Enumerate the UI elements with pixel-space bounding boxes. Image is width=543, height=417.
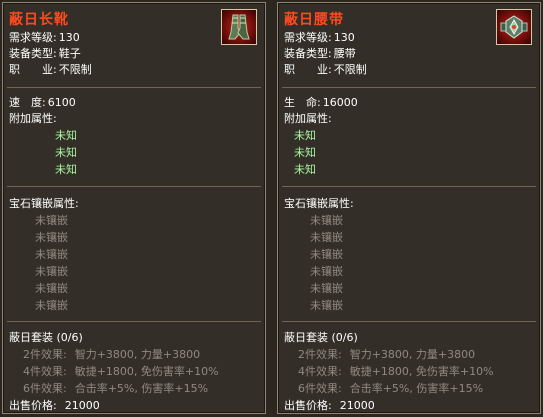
gem-slot: 未镶嵌 xyxy=(310,231,343,244)
item-name: 蔽日长靴 xyxy=(9,12,69,28)
belt-icon xyxy=(500,15,528,39)
gem-slot: 未镶嵌 xyxy=(310,265,343,278)
set-effect-6: 6件效果: 合击率+5%, 伤害率+15% xyxy=(298,382,484,395)
divider xyxy=(7,321,261,322)
item-tooltip-boots: 蔽日长靴 需求等级: 130 装备类型: 鞋子 职 业: 不限制 速 度: 6100 附… xyxy=(2,2,266,414)
req-level-row: 需求等级: 130 xyxy=(284,31,355,44)
gem-slot: 未镶嵌 xyxy=(35,214,68,227)
extra-attr-item: 未知 xyxy=(294,163,316,176)
gem-slot: 未镶嵌 xyxy=(310,299,343,312)
boots-icon xyxy=(228,14,250,40)
equip-type-row: 装备类型: 腰带 xyxy=(284,47,356,60)
divider xyxy=(282,87,536,88)
gem-slot: 未镶嵌 xyxy=(310,214,343,227)
set-label: 蔽日套装 (0/6) xyxy=(284,331,358,344)
divider xyxy=(282,186,536,187)
gem-slot: 未镶嵌 xyxy=(35,231,68,244)
extra-attr-item: 未知 xyxy=(55,146,77,159)
class-row: 职 业: 不限制 xyxy=(9,63,92,76)
item-name: 蔽日腰带 xyxy=(284,12,344,28)
hp-row: 生 命: 16000 xyxy=(284,96,358,109)
extra-attr-item: 未知 xyxy=(294,146,316,159)
extra-attr-item: 未知 xyxy=(294,129,316,142)
set-effect-4: 4件效果: 敏捷+1800, 免伤害率+10% xyxy=(23,365,219,378)
item-icon-frame xyxy=(496,9,532,45)
divider xyxy=(282,321,536,322)
gem-slot: 未镶嵌 xyxy=(35,265,68,278)
item-icon-frame xyxy=(221,9,257,45)
gem-slot: 未镶嵌 xyxy=(35,248,68,261)
class-row: 职 业: 不限制 xyxy=(284,63,367,76)
set-effect-2: 2件效果: 智力+3800, 力量+3800 xyxy=(298,348,476,361)
extra-attr-item: 未知 xyxy=(55,129,77,142)
gem-slot: 未镶嵌 xyxy=(35,299,68,312)
divider xyxy=(7,186,261,187)
extra-attr-item: 未知 xyxy=(55,163,77,176)
req-level-row: 需求等级: 130 xyxy=(9,31,80,44)
gem-label: 宝石镶嵌属性: xyxy=(284,197,354,210)
set-effect-2: 2件效果: 智力+3800, 力量+3800 xyxy=(23,348,201,361)
extra-attr-label: 附加属性: xyxy=(284,112,332,125)
gem-slot: 未镶嵌 xyxy=(310,282,343,295)
gem-label: 宝石镶嵌属性: xyxy=(9,197,79,210)
item-tooltip-belt: 蔽日腰带 需求等级: 130 装备类型: 腰带 职 业: 不限制 生 命: 16000 … xyxy=(277,2,541,414)
set-effect-6: 6件效果: 合击率+5%, 伤害率+15% xyxy=(23,382,209,395)
set-label: 蔽日套装 (0/6) xyxy=(9,331,83,344)
set-effect-4: 4件效果: 敏捷+1800, 免伤害率+10% xyxy=(298,365,494,378)
sell-price-row: 出售价格: 21000 xyxy=(284,399,375,412)
sell-price-row: 出售价格: 21000 xyxy=(9,399,100,412)
gem-slot: 未镶嵌 xyxy=(35,282,68,295)
divider xyxy=(7,87,261,88)
extra-attr-label: 附加属性: xyxy=(9,112,57,125)
equip-type-row: 装备类型: 鞋子 xyxy=(9,47,81,60)
gem-slot: 未镶嵌 xyxy=(310,248,343,261)
speed-row: 速 度: 6100 xyxy=(9,96,76,109)
